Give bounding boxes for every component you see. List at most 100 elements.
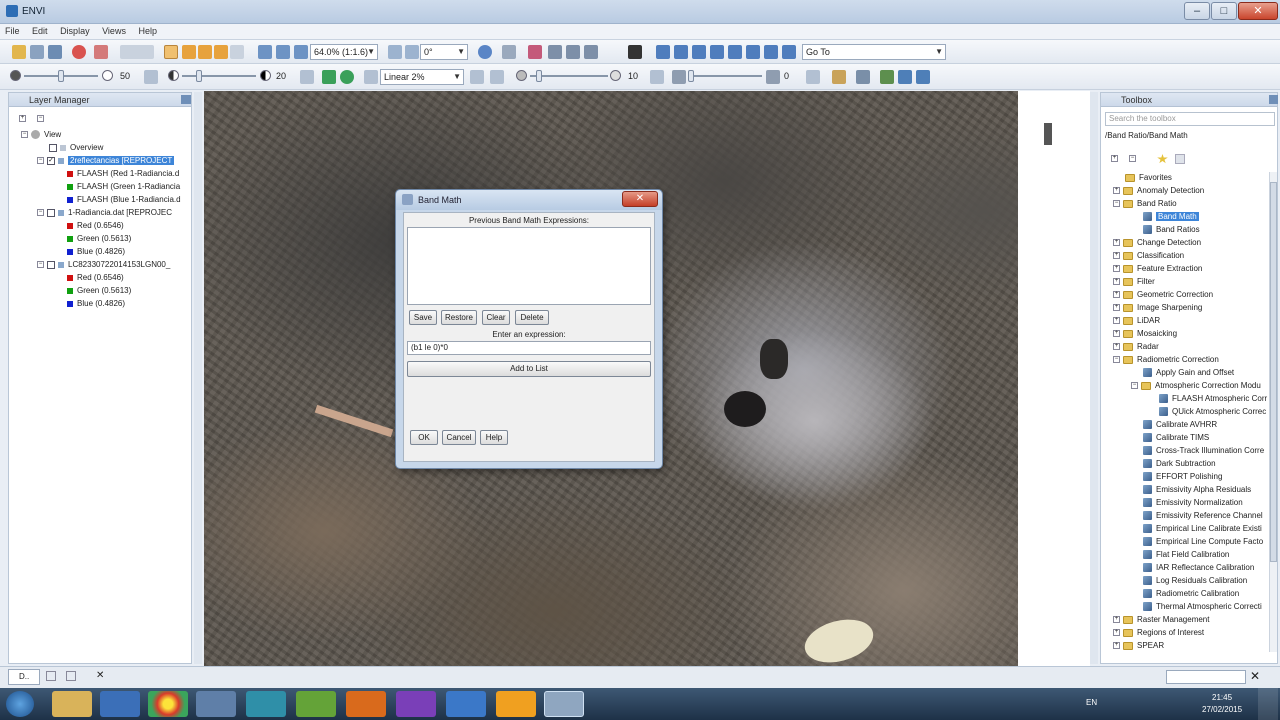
restore-button[interactable]: Restore <box>441 310 477 325</box>
export-icon[interactable] <box>916 70 930 84</box>
visual-studio-taskbar-icon[interactable] <box>396 691 436 717</box>
database-taskbar-icon[interactable] <box>196 691 236 717</box>
cursor-value-icon[interactable] <box>94 45 108 59</box>
tree-layer-lc8[interactable]: − LC82330722014153LGN00_ <box>37 259 170 271</box>
menu-file[interactable]: File <box>0 24 25 38</box>
chrome-taskbar-icon[interactable] <box>148 691 188 717</box>
toolbox-tool-quac[interactable]: QUick Atmospheric Correc <box>1159 406 1266 418</box>
language-indicator[interactable]: EN <box>1086 698 1097 707</box>
refresh-stretch-icon[interactable] <box>470 70 484 84</box>
tree-band-red-2[interactable]: Red (0.6546) <box>67 220 124 232</box>
annotation-icon[interactable] <box>548 45 562 59</box>
toolbox-folder-spear[interactable]: + SPEAR <box>1113 640 1164 652</box>
progress-close-icon[interactable]: ✕ <box>1250 669 1260 683</box>
pin-icon[interactable] <box>72 45 86 59</box>
add-to-list-button[interactable]: Add to List <box>407 361 651 377</box>
reset-sharpen-icon[interactable] <box>650 70 664 84</box>
panel-close-icon[interactable] <box>1269 95 1278 104</box>
tree-band-blue-3[interactable]: Blue (0.4826) <box>67 298 125 310</box>
toolbox-folder-classification[interactable]: + Classification <box>1113 250 1184 262</box>
view-flicker-icon[interactable] <box>746 45 760 59</box>
minimize-button[interactable]: – <box>1184 2 1210 20</box>
expand-all-icon[interactable]: + <box>1111 155 1118 162</box>
view-swipe-icon[interactable] <box>728 45 742 59</box>
toolbox-tool-emissivity-reference[interactable]: Emissivity Reference Channel <box>1143 510 1263 522</box>
toolbox-tool-dark-subtraction[interactable]: Dark Subtraction <box>1143 458 1216 470</box>
right-splitter[interactable] <box>1090 92 1098 664</box>
status-icon-2[interactable] <box>66 671 76 681</box>
measure-icon[interactable] <box>566 45 580 59</box>
tree-layer-reflectancias[interactable]: − ✓ 2reflectancias [REPROJECT <box>37 155 175 167</box>
expand-all-icon[interactable]: + <box>19 115 26 122</box>
tree-overview[interactable]: Overview <box>49 142 103 154</box>
toolbox-tool-flaash[interactable]: FLAASH Atmospheric Corr <box>1159 393 1267 405</box>
tree-view[interactable]: − View <box>21 129 61 141</box>
toolbox-folder-favorites[interactable]: Favorites <box>1125 172 1172 184</box>
zoom-fit-icon[interactable] <box>294 45 308 59</box>
globe-icon[interactable] <box>478 45 492 59</box>
clear-button[interactable]: Clear <box>482 310 510 325</box>
show-desktop-button[interactable] <box>1258 688 1278 720</box>
toolbox-tool-gain-offset[interactable]: Apply Gain and Offset <box>1143 367 1234 379</box>
view-layout-icon[interactable] <box>782 45 796 59</box>
globe-taskbar-icon[interactable] <box>246 691 286 717</box>
toolbox-folder-band-ratio[interactable]: − Band Ratio <box>1113 198 1177 210</box>
clock-date[interactable]: 27/02/2015 <box>1202 705 1242 714</box>
chart-icon[interactable] <box>832 70 846 84</box>
tree-band-blue[interactable]: FLAASH (Blue 1-Radiancia.d <box>67 194 181 206</box>
rotate-left-icon[interactable] <box>388 45 402 59</box>
explorer-taskbar-icon[interactable] <box>52 691 92 717</box>
stretch-combo[interactable]: Linear 2% ▼ <box>380 69 464 85</box>
view-portal-icon[interactable] <box>710 45 724 59</box>
image-icon[interactable] <box>856 70 870 84</box>
menu-edit[interactable]: Edit <box>27 24 53 38</box>
envi-taskbar-icon[interactable] <box>544 691 584 717</box>
ok-button[interactable]: OK <box>410 430 438 445</box>
tree-band-green-2[interactable]: Green (0.5613) <box>67 233 131 245</box>
rotate-icon[interactable] <box>214 45 228 59</box>
status-icon-1[interactable] <box>46 671 56 681</box>
select-tool-icon[interactable] <box>164 45 178 59</box>
menu-views[interactable]: Views <box>97 24 131 38</box>
status-close-icon[interactable]: ✕ <box>96 670 104 681</box>
view-sync-icon[interactable] <box>692 45 706 59</box>
toolbox-tool-thermal[interactable]: Thermal Atmospheric Correcti <box>1143 601 1262 613</box>
toolbox-scrollbar[interactable] <box>1269 172 1277 652</box>
histogram-icon[interactable] <box>490 70 504 84</box>
menu-display[interactable]: Display <box>55 24 95 38</box>
maximize-button[interactable]: □ <box>1211 2 1237 20</box>
clock-time[interactable]: 21:45 <box>1212 693 1232 702</box>
keyboard-icon[interactable] <box>628 45 642 59</box>
view-link-icon[interactable] <box>674 45 688 59</box>
save-taskbar-icon[interactable] <box>100 691 140 717</box>
toolbox-tool-band-math[interactable]: Band Math <box>1143 211 1199 223</box>
orange-app-taskbar-icon[interactable] <box>496 691 536 717</box>
toolbox-folder-radar[interactable]: + Radar <box>1113 341 1159 353</box>
open-file-icon[interactable] <box>12 45 26 59</box>
reset-contrast-icon[interactable] <box>300 70 314 84</box>
cancel-button[interactable]: Cancel <box>442 430 476 445</box>
earth-taskbar-icon[interactable] <box>446 691 486 717</box>
tree-band-green[interactable]: FLAASH (Green 1-Radiancia <box>67 181 180 193</box>
config-icon[interactable] <box>1175 154 1185 164</box>
toolbox-folder-anomaly[interactable]: + Anomaly Detection <box>1113 185 1204 197</box>
previous-expressions-list[interactable] <box>407 227 651 305</box>
zoom-combo[interactable]: 64.0% (1:1.6) ▼ <box>310 44 378 60</box>
reset-brightness-icon[interactable] <box>144 70 158 84</box>
toolbox-tool-flat-field[interactable]: Flat Field Calibration <box>1143 549 1229 561</box>
dialog-close-button[interactable]: ✕ <box>622 191 658 207</box>
contrast-slider[interactable] <box>182 75 256 77</box>
toolbox-folder-feature-extraction[interactable]: + Feature Extraction <box>1113 263 1202 275</box>
tree-band-red[interactable]: FLAASH (Red 1-Radiancia.d <box>67 168 179 180</box>
goto-combo[interactable]: Go To ▼ <box>802 44 946 60</box>
tree-layer-radiancia[interactable]: −1-Radiancia.dat [REPROJEC <box>37 207 172 219</box>
toolbox-folder-atmospheric[interactable]: − Atmospheric Correction Modu <box>1131 380 1261 392</box>
status-tab[interactable]: D.. <box>8 669 40 685</box>
toolbox-folder-radiometric[interactable]: − Radiometric Correction <box>1113 354 1219 366</box>
matlab-taskbar-icon[interactable] <box>346 691 386 717</box>
save-icon[interactable] <box>48 45 62 59</box>
layer-icon[interactable] <box>880 70 894 84</box>
undo-redo-icon[interactable] <box>120 45 154 59</box>
roi-icon[interactable] <box>584 45 598 59</box>
rotate-right-icon[interactable] <box>405 45 419 59</box>
